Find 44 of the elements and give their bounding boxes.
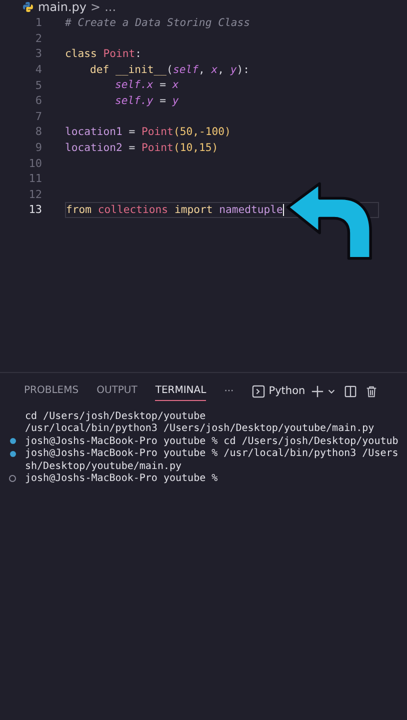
- line-number: 3: [34, 47, 42, 60]
- python-file-icon: [22, 1, 34, 13]
- more-button[interactable]: ···: [224, 386, 234, 396]
- line-number: 11: [28, 172, 42, 186]
- terminal-line: sh/Desktop/youtube/main.py: [25, 460, 182, 472]
- line-number: 5: [34, 78, 42, 92]
- panel-tab[interactable]: PROBLEMS: [24, 381, 79, 401]
- terminal-icon: [252, 384, 265, 398]
- code-line: from collections import namedtuple: [66, 204, 283, 216]
- terminal-line: cd /Users/josh/Desktop/youtube: [25, 410, 206, 422]
- terminal-line: /usr/local/bin/python3 /Users/josh/Desktop/youtube/main.py: [25, 423, 374, 434]
- trash-icon[interactable]: [365, 384, 378, 398]
- line-number: 12: [28, 188, 42, 201]
- breadcrumb-more[interactable]: ...: [104, 0, 116, 14]
- line-number: 9: [34, 141, 42, 154]
- code-line: self.y = y: [115, 94, 179, 107]
- terminal-profile[interactable]: Python: [268, 385, 306, 397]
- status-circle: [9, 475, 16, 482]
- terminal-line: josh@Joshs-MacBook-Pro youtube % cd /Users/josh/Desktop/youtub: [25, 436, 398, 447]
- code-line: self.x = x: [115, 79, 179, 92]
- plus-icon[interactable]: [311, 384, 324, 398]
- code-line: location2 = Point(10,15): [65, 142, 218, 154]
- line-number: 4: [34, 63, 42, 76]
- status-dot: [10, 450, 16, 457]
- line-number: 2: [34, 32, 42, 45]
- code-line: # Create a Data Storing Class: [65, 16, 250, 29]
- panel-tab[interactable]: TERMINAL: [155, 381, 206, 401]
- line-number: 1: [34, 16, 42, 30]
- code-line: class Point:: [65, 48, 142, 60]
- breadcrumb-file[interactable]: main.py: [38, 0, 87, 14]
- line-number: 8: [34, 125, 42, 138]
- text-cursor: [282, 204, 284, 216]
- panel-tab[interactable]: OUTPUT: [96, 381, 138, 401]
- status-dot: [10, 438, 16, 444]
- line-number: 6: [34, 94, 42, 108]
- split-icon[interactable]: [344, 384, 358, 398]
- line-number: 13: [28, 203, 42, 216]
- terminal-line: josh@Joshs-MacBook-Pro youtube % /usr/local/bin/python3 /Users: [25, 448, 398, 460]
- line-number: 7: [34, 110, 42, 123]
- code-line: location1 = Point(50,-100): [65, 126, 231, 138]
- breadcrumb-separator: >: [90, 0, 101, 14]
- terminal-line: josh@Joshs-MacBook-Pro youtube %: [25, 473, 218, 484]
- code-line: def __init__(self, x, y):: [90, 64, 250, 76]
- line-number: 10: [28, 156, 42, 170]
